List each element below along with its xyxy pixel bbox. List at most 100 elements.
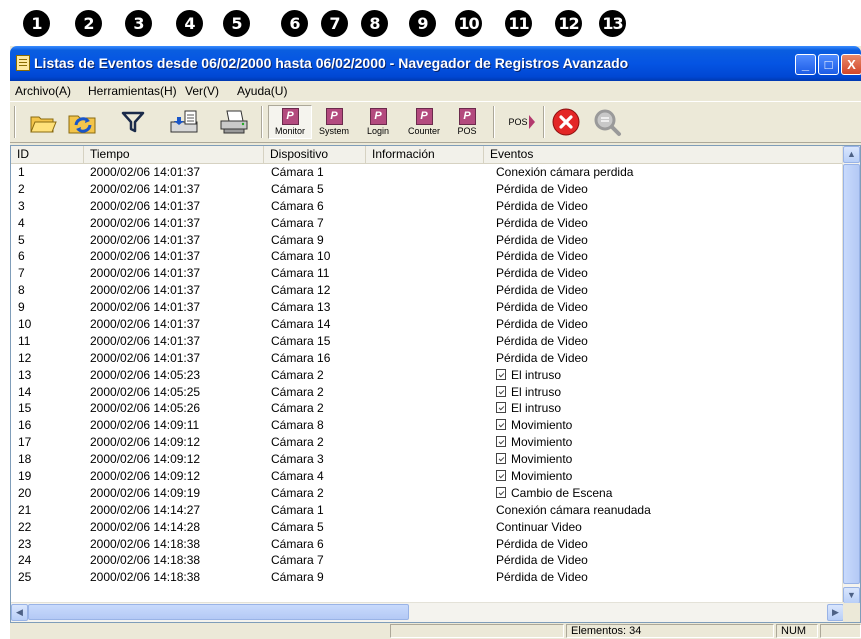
cell-event: Pérdida de Video [496, 317, 588, 332]
log-book-icon: P [415, 108, 433, 125]
scroll-right-icon[interactable]: ▶ [827, 604, 844, 621]
table-row[interactable]: 22 2000/02/06 14:14:28 Cámara 5 Continuar V… [11, 519, 844, 536]
scroll-up-icon[interactable]: ▲ [843, 146, 860, 163]
cell-device: Cámara 3 [271, 452, 324, 467]
filter-button[interactable] [118, 105, 148, 139]
maximize-button[interactable]: □ [818, 54, 839, 75]
callout-6: 6 [281, 10, 308, 37]
close-red-icon [552, 108, 580, 136]
open-button[interactable] [28, 105, 58, 139]
folder-refresh-icon [68, 115, 96, 134]
cell-time: 2000/02/06 14:09:12 [90, 435, 201, 450]
scroll-left-icon[interactable]: ◀ [11, 604, 28, 621]
search-button[interactable] [590, 105, 624, 139]
cell-id: 2 [18, 181, 25, 196]
cell-id: 3 [18, 198, 25, 213]
table-row[interactable]: 11 2000/02/06 14:01:37 Cámara 15 Pérdida de… [11, 333, 844, 350]
cell-time: 2000/02/06 14:01:37 [90, 300, 201, 315]
cell-event: Pérdida de Video [496, 333, 588, 348]
event-snapshot-icon [496, 385, 506, 397]
table-row[interactable]: 16 2000/02/06 14:09:11 Cámara 8 Movimiento [11, 417, 844, 434]
cell-device: Cámara 2 [271, 485, 324, 500]
menu-ver[interactable]: Ver(V) [185, 84, 219, 98]
callout-9: 9 [409, 10, 436, 37]
scroll-corner [843, 603, 860, 622]
magnifier-disabled-icon [594, 109, 621, 136]
table-row[interactable]: 9 2000/02/06 14:01:37 Cámara 13 Pérdida de … [11, 299, 844, 316]
vertical-scroll-thumb[interactable] [843, 164, 860, 584]
table-row[interactable]: 17 2000/02/06 14:09:12 Cámara 2 Movimiento [11, 434, 844, 451]
table-row[interactable]: 2 2000/02/06 14:01:37 Cámara 5 Pérdida de V… [11, 181, 844, 198]
print-button[interactable] [217, 105, 251, 139]
document-icon [16, 55, 30, 71]
scroll-down-icon[interactable]: ▼ [843, 587, 860, 604]
column-header-events[interactable]: Eventos [484, 146, 844, 163]
table-row[interactable]: 20 2000/02/06 14:09:19 Cámara 2 Cambio de E… [11, 485, 844, 502]
log-login-button[interactable]: P Login [360, 105, 396, 139]
table-row[interactable]: 18 2000/02/06 14:09:12 Cámara 3 Movimiento [11, 451, 844, 468]
table-row[interactable]: 14 2000/02/06 14:05:25 Cámara 2 El intruso [11, 384, 844, 401]
column-header-time[interactable]: Tiempo [84, 146, 264, 163]
table-row[interactable]: 23 2000/02/06 14:18:38 Cámara 6 Pérdida de … [11, 536, 844, 553]
cell-device: Cámara 5 [271, 519, 324, 534]
menu-herramientas[interactable]: Herramientas(H) [88, 84, 177, 98]
table-row[interactable]: 13 2000/02/06 14:05:23 Cámara 2 El intruso [11, 367, 844, 384]
cell-id: 20 [18, 485, 32, 500]
horizontal-scroll-thumb[interactable] [28, 604, 409, 620]
callout-11: 11 [505, 10, 532, 37]
cell-time: 2000/02/06 14:18:38 [90, 570, 201, 585]
table-row[interactable]: 10 2000/02/06 14:01:37 Cámara 14 Pérdida de… [11, 316, 844, 333]
cell-event: Movimiento [496, 417, 572, 434]
table-row[interactable]: 15 2000/02/06 14:05:26 Cámara 2 El intruso [11, 400, 844, 417]
close-log-button[interactable] [549, 105, 583, 139]
horizontal-scrollbar[interactable]: ◀ ▶ [11, 602, 844, 622]
event-snapshot-icon [496, 453, 506, 465]
table-row[interactable]: 24 2000/02/06 14:18:38 Cámara 7 Pérdida de … [11, 552, 844, 569]
cell-id: 23 [18, 536, 32, 551]
cell-event: Pérdida de Video [496, 198, 588, 213]
cell-time: 2000/02/06 14:09:12 [90, 469, 201, 484]
table-row[interactable]: 3 2000/02/06 14:01:37 Cámara 6 Pérdida de V… [11, 198, 844, 215]
column-header-id[interactable]: ID [11, 146, 84, 163]
pos-arrow-icon [528, 115, 535, 129]
table-row[interactable]: 6 2000/02/06 14:01:37 Cámara 10 Pérdida de … [11, 248, 844, 265]
cell-device: Cámara 10 [271, 249, 331, 264]
cell-event: Cambio de Escena [496, 485, 612, 502]
table-row[interactable]: 21 2000/02/06 14:14:27 Cámara 1 Conexión cá… [11, 502, 844, 519]
cell-time: 2000/02/06 14:05:25 [90, 384, 201, 399]
column-header-device[interactable]: Dispositivo [264, 146, 366, 163]
log-system-button[interactable]: P System [313, 105, 355, 139]
minimize-button[interactable]: _ [795, 54, 816, 75]
pos-view-button[interactable]: POS [504, 105, 540, 139]
cell-time: 2000/02/06 14:01:37 [90, 181, 201, 196]
cell-event: Pérdida de Video [496, 249, 588, 264]
refresh-button[interactable] [66, 105, 100, 139]
cell-device: Cámara 15 [271, 333, 331, 348]
cell-time: 2000/02/06 14:01:37 [90, 317, 201, 332]
close-window-button[interactable]: X [841, 54, 861, 75]
vertical-scrollbar[interactable]: ▲ ▼ [842, 146, 860, 604]
table-row[interactable]: 4 2000/02/06 14:01:37 Cámara 7 Pérdida de V… [11, 215, 844, 232]
table-row[interactable]: 25 2000/02/06 14:18:38 Cámara 9 Pérdida de … [11, 569, 844, 586]
table-row[interactable]: 1 2000/02/06 14:01:37 Cámara 1 Conexión cám… [11, 164, 844, 181]
menu-ayuda[interactable]: Ayuda(U) [237, 84, 287, 98]
log-book-icon: P [325, 108, 343, 125]
event-list[interactable]: ID Tiempo Dispositivo Información Evento… [10, 145, 861, 623]
cell-event: Pérdida de Video [496, 266, 588, 281]
log-monitor-button[interactable]: P Monitor [268, 105, 312, 139]
menu-bar: Archivo(A) Herramientas(H) Ver(V) Ayuda(… [10, 81, 861, 101]
cell-time: 2000/02/06 14:05:26 [90, 401, 201, 416]
title-bar[interactable]: Listas de Eventos desde 06/02/2000 hasta… [10, 46, 861, 81]
log-counter-button[interactable]: P Counter [402, 105, 446, 139]
table-row[interactable]: 19 2000/02/06 14:09:12 Cámara 4 Movimiento [11, 468, 844, 485]
table-row[interactable]: 12 2000/02/06 14:01:37 Cámara 16 Pérdida de… [11, 350, 844, 367]
table-row[interactable]: 8 2000/02/06 14:01:37 Cámara 12 Pérdida de … [11, 282, 844, 299]
table-row[interactable]: 5 2000/02/06 14:01:37 Cámara 9 Pérdida de V… [11, 232, 844, 249]
event-text: Movimiento [511, 435, 573, 450]
log-pos-button[interactable]: P POS [450, 105, 484, 139]
menu-archivo[interactable]: Archivo(A) [15, 84, 71, 98]
export-button[interactable] [168, 105, 202, 139]
table-row[interactable]: 7 2000/02/06 14:01:37 Cámara 11 Pérdida de … [11, 265, 844, 282]
column-header-info[interactable]: Información [366, 146, 484, 163]
cell-device: Cámara 6 [271, 536, 324, 551]
